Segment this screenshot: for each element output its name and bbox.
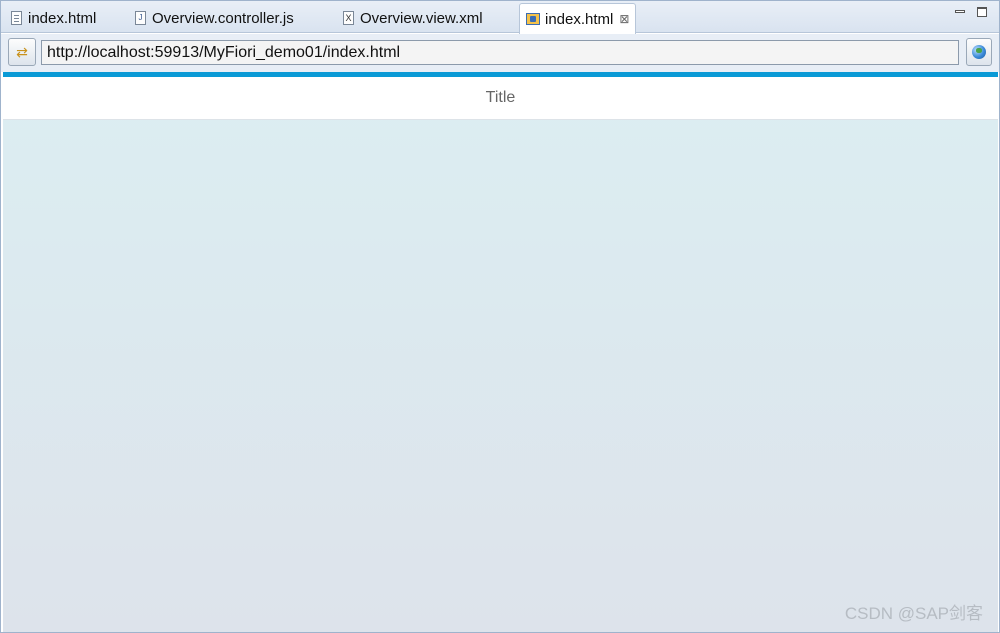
editor-tab-bar: index.html J Overview.controller.js X Ov… (1, 1, 999, 34)
url-input[interactable]: http://localhost:59913/MyFiori_demo01/in… (41, 40, 959, 65)
close-tab-icon[interactable]: ⊠ (619, 13, 629, 25)
maximize-icon[interactable] (977, 7, 987, 17)
tab-label: Overview.controller.js (152, 9, 294, 27)
open-external-browser-button[interactable] (966, 38, 992, 66)
js-file-icon: J (135, 11, 146, 25)
tab-overview-controller[interactable]: J Overview.controller.js (129, 3, 294, 33)
tab-overview-view[interactable]: X Overview.view.xml (337, 3, 483, 33)
go-link-button[interactable]: ⇄ (8, 38, 36, 66)
watermark: CSDN @SAP剑客 (844, 604, 983, 623)
xml-file-icon: X (343, 11, 354, 25)
tab-label: index.html (28, 9, 97, 27)
tab-label: index.html (545, 10, 614, 28)
globe-icon (972, 45, 986, 59)
page-header: Title (3, 77, 998, 120)
window-controls (955, 7, 987, 17)
tab-label: Overview.view.xml (360, 9, 483, 27)
minimize-icon[interactable] (955, 10, 965, 13)
tab-index-html[interactable]: index.html (5, 3, 96, 33)
browser-editor-window: index.html J Overview.controller.js X Ov… (0, 0, 1000, 633)
web-browser-icon (526, 13, 540, 25)
address-bar: ⇄ http://localhost:59913/MyFiori_demo01/… (1, 34, 999, 72)
page-title: Title (485, 89, 516, 106)
web-page-content: Title (3, 72, 998, 632)
tab-index-html-browser[interactable]: index.html ⊠ (519, 3, 637, 34)
link-icon: ⇄ (16, 43, 28, 60)
html-file-icon (11, 11, 22, 25)
